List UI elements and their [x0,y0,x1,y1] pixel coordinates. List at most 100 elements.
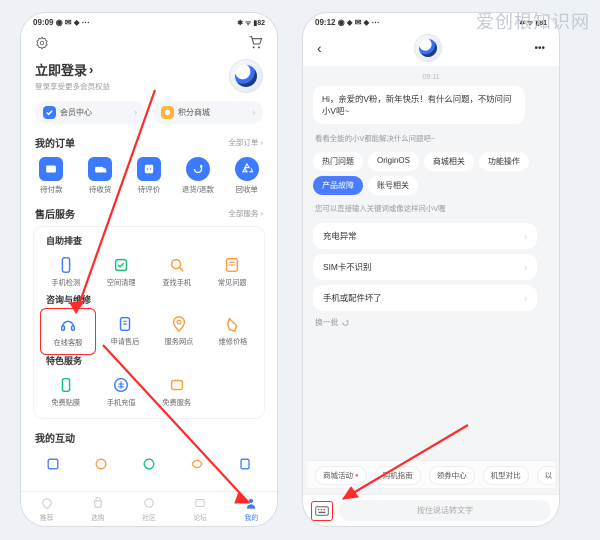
status-icons-left: ◉ ✉ ⬥ ⋯ [56,18,90,27]
interact-title: 我的互动 [35,430,75,445]
tab-label: 我的 [245,512,259,522]
orders-more-link[interactable]: 全部订单 › [228,137,263,148]
points-badge-icon [161,106,174,119]
phone-right: 09:12 ◉ ⬥ ✉ ⬥ ⋯ ✱ ᯤ ▮81 ‹ ••• 09:11 Hi，亲… [302,12,560,527]
orders-title: 我的订单 [35,135,75,150]
chip-originos[interactable]: OriginOS [368,152,419,171]
chip-account[interactable]: 账号相关 [368,176,418,195]
status-bar: 09:09 ◉ ✉ ⬥ ⋯ ✱ ᯤ ▮82 [21,13,277,30]
pill-label: 会员中心 [60,107,92,118]
question-text: 手机或配件坏了 [323,292,382,304]
tab-recommend[interactable]: 推荐 [21,495,72,522]
quick-more[interactable]: 以 [537,466,555,485]
svc-label: 常见问题 [218,278,247,288]
svc-free-service[interactable]: 免费服务 [149,372,205,411]
interact-item[interactable] [173,451,221,477]
svc-label: 免费服务 [162,398,191,408]
tab-label: 推荐 [40,512,54,522]
chip-fault[interactable]: 产品故障 [313,176,363,195]
status-icons-left: ◉ ⬥ ✉ ⬥ ⋯ [338,18,380,27]
interact-item[interactable] [125,451,173,477]
refresh-icon [341,318,350,327]
avatar[interactable] [229,59,263,93]
question-sim[interactable]: SIM卡不识别 › [313,254,537,280]
chip-mall[interactable]: 商城相关 [424,152,474,171]
voice-input-field[interactable]: 按住说话转文字 [339,500,551,521]
order-label: 待评价 [138,184,161,195]
order-label: 回收单 [235,184,258,195]
quick-actions-row[interactable]: 商城活动 ● 购机指南 领券中心 机型对比 以 [307,460,555,488]
svc-label: 查找手机 [162,278,191,288]
order-label: 待付款 [40,184,63,195]
chat-input-bar: 按住说话转文字 [303,494,559,526]
service-more-link[interactable]: 全部服务 › [228,208,263,219]
svc-storage-clean[interactable]: 空间清理 [94,252,150,291]
refresh-button[interactable]: 换一批 [315,317,547,328]
question-text: SIM卡不识别 [323,261,371,273]
question-text: 充电异常 [323,230,357,242]
order-label: 退货/退款 [182,184,214,195]
svc-empty [205,372,261,411]
svc-label: 维修价格 [219,337,248,347]
special-subhead: 特色服务 [38,353,260,371]
order-pending-receive[interactable]: 待收货 [78,157,122,195]
quick-compare[interactable]: 机型对比 [483,466,529,485]
cart-icon[interactable] [247,34,263,52]
interact-item[interactable] [29,451,77,477]
question-broken[interactable]: 手机或配件坏了 › [313,285,537,311]
quick-coupon[interactable]: 领券中心 [429,466,475,485]
login-button[interactable]: 立即登录 › [35,60,110,79]
tab-label: 社区 [142,512,156,522]
pill-member-center[interactable]: 会员中心 › [35,101,145,124]
chip-hot[interactable]: 热门问题 [313,152,363,171]
category-chips: 热门问题 OriginOS 商城相关 功能操作 产品故障 账号相关 [313,152,549,195]
order-pending-pay[interactable]: 待付款 [29,157,73,195]
login-subtitle: 登录享受更多会员权益 [35,81,110,92]
keyboard-toggle-icon[interactable] [311,501,333,521]
back-icon[interactable]: ‹ [317,40,322,56]
status-icons-right: ✱ ᯤ ▮82 [237,19,265,28]
tab-community[interactable]: 社区 [123,495,174,522]
more-icon[interactable]: ••• [534,43,545,54]
svc-phone-recharge[interactable]: 手机充值 [94,372,150,411]
keyword-hint: 您可以直接输入关键词或像这样问小V喔 [315,203,547,214]
svc-repair-price[interactable]: 维修价格 [206,311,260,352]
svc-find-phone[interactable]: 查找手机 [149,252,205,291]
chevron-right-icon: › [524,262,527,272]
watermark-text: 爱创根知识网 [476,8,590,34]
tab-forum[interactable]: 论坛 [175,495,226,522]
self-subhead: 自助排查 [38,233,260,251]
quick-buy-guide[interactable]: 购机指南 [375,466,421,485]
bot-greeting-bubble: Hi，亲爱的V粉，新年快乐！有什么问题，不妨问问小V吧~ [313,86,525,124]
status-time: 09:12 [315,18,335,27]
svc-free-film[interactable]: 免费贴膜 [38,372,94,411]
settings-icon[interactable] [35,36,49,50]
order-pending-review[interactable]: 待评价 [127,157,171,195]
chip-function[interactable]: 功能操作 [479,152,529,171]
refresh-label: 换一批 [315,317,338,328]
quick-mall-activity[interactable]: 商城活动 ● [315,466,367,485]
tab-mine[interactable]: 我的 [226,495,277,522]
svc-service-point[interactable]: 服务网点 [152,311,206,352]
interact-item[interactable] [77,451,125,477]
svc-phone-check[interactable]: 手机检测 [38,252,94,291]
svc-apply-service[interactable]: 申请售后 [98,311,152,352]
chevron-right-icon: › [89,62,93,77]
svc-label: 手机充值 [107,398,136,408]
chevron-icon: › [252,108,255,117]
tab-shop[interactable]: 选购 [72,495,123,522]
interact-item[interactable] [221,451,269,477]
chevron-icon: › [134,108,137,117]
tab-bar: 推荐 选购 社区 论坛 我的 [21,491,277,526]
quick-label: 商城活动 [323,470,353,481]
svc-label: 在线客服 [54,338,83,348]
member-badge-icon [43,106,56,119]
svc-online-service[interactable]: 在线客服 [40,308,96,355]
svc-faq[interactable]: 常见问题 [205,252,261,291]
order-recycle[interactable]: 回收单 [225,157,269,195]
question-charge[interactable]: 充电异常 › [313,223,537,249]
chat-timestamp: 09:11 [313,74,549,81]
pill-points-mall[interactable]: 积分商城 › [153,101,263,124]
service-title: 售后服务 [35,206,75,221]
order-refund[interactable]: 退货/退款 [176,157,220,195]
